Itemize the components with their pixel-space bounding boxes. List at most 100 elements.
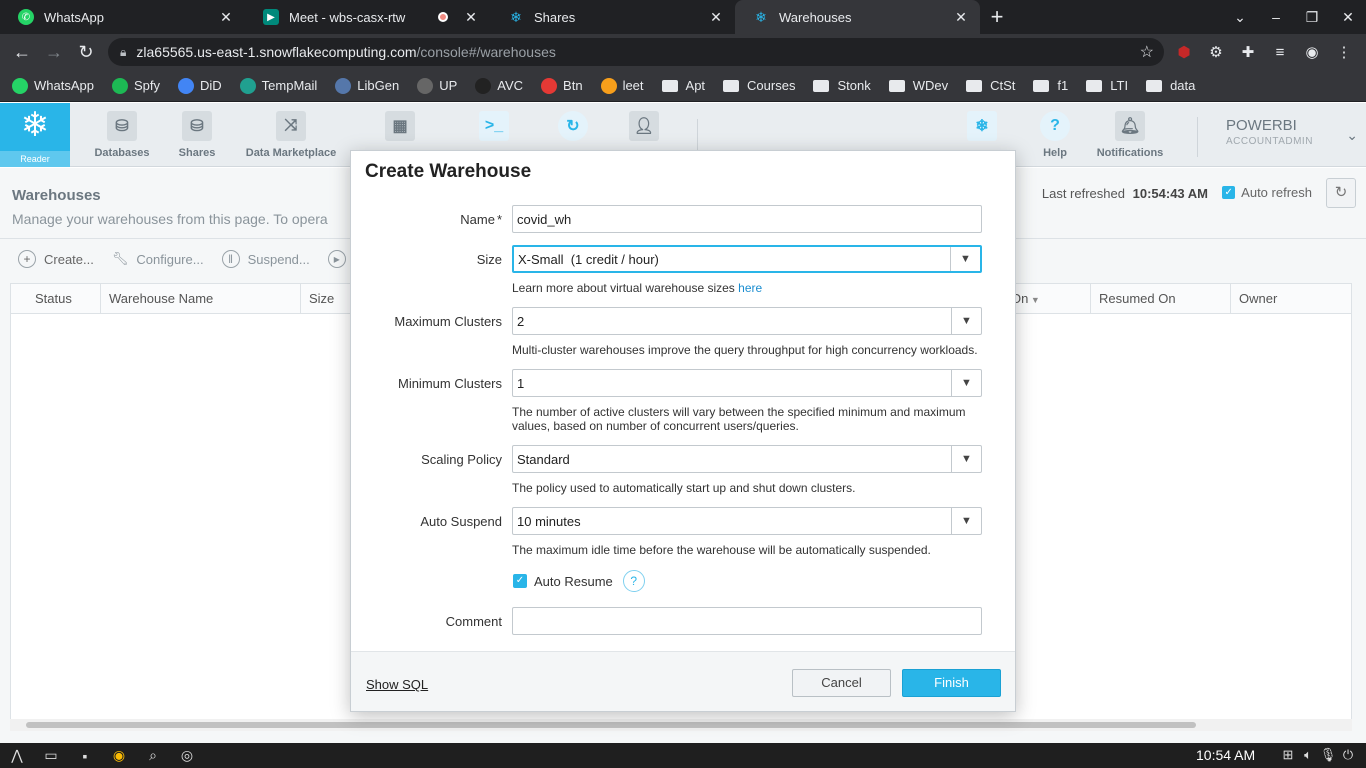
files-icon[interactable]: ▭ (34, 747, 68, 764)
column-header-resumed-on[interactable]: Resumed On (1091, 284, 1231, 314)
profile-menu-icon[interactable]: ⌄ (1222, 9, 1258, 26)
show-sql-link[interactable]: Show SQL (366, 677, 428, 692)
checkbox-checked-icon[interactable]: ✓ (1222, 186, 1236, 199)
bookmark-courses[interactable]: Courses (723, 78, 795, 93)
screenshot-icon[interactable]: ⌕ (136, 747, 170, 764)
back-icon[interactable]: ← (6, 42, 38, 63)
bookmark-btn[interactable]: Btn (541, 77, 583, 94)
profile-avatar-icon[interactable]: ◉ (1296, 43, 1328, 61)
column-header-warehouse-name[interactable]: Warehouse Name (101, 284, 301, 314)
bookmark-label: WhatsApp (34, 78, 94, 93)
auto-resume-label[interactable]: Auto Resume (534, 574, 613, 589)
volume-icon[interactable]: 🔈︎ (1298, 747, 1318, 763)
url-bar[interactable]: 🔒︎ zla65565.us-east-1.snowflakecomputing… (108, 38, 1164, 66)
column-header-status[interactable]: Status (11, 284, 101, 314)
close-tab-icon[interactable]: ✕ (952, 9, 970, 26)
browser-menu-icon[interactable]: ⋮ (1328, 43, 1360, 61)
app-launcher-icon[interactable]: ⋀ (0, 747, 34, 764)
auto-refresh-toggle[interactable]: ✓ Auto refresh (1222, 185, 1312, 200)
close-tab-icon[interactable]: ✕ (707, 9, 725, 26)
bookmark-stonk[interactable]: Stonk (813, 78, 871, 93)
scrollbar-thumb[interactable] (26, 722, 1196, 728)
cancel-button[interactable]: Cancel (792, 669, 891, 697)
terminal-icon[interactable]: ▪ (68, 748, 102, 764)
minimize-icon[interactable]: – (1258, 9, 1294, 25)
chevron-down-icon[interactable]: ▼ (951, 308, 981, 334)
bookmark-spfy[interactable]: Spfy (111, 77, 160, 94)
max-clusters-select[interactable]: 2 ▼ (512, 307, 982, 335)
tab-warehouses[interactable]: ❄ Warehouses ✕ (735, 0, 980, 34)
comment-field[interactable] (512, 607, 982, 635)
auto-resume-checkbox[interactable]: ✓ (513, 574, 527, 588)
close-tab-icon[interactable]: ✕ (462, 9, 480, 26)
auto-suspend-select[interactable]: 10 minutes ▼ (512, 507, 982, 535)
bookmark-lti[interactable]: LTI (1086, 78, 1128, 93)
taskbar-clock[interactable]: 10:54 AM (1196, 747, 1255, 763)
bookmark-leet[interactable]: leet (600, 77, 644, 94)
bookmark-avc[interactable]: AVC (475, 77, 523, 94)
bookmark-tempmail[interactable]: TempMail (239, 77, 317, 94)
min-clusters-select[interactable]: 1 ▼ (512, 369, 982, 397)
new-tab-button[interactable]: + (980, 0, 1014, 34)
help-question-icon[interactable]: ? (622, 570, 645, 592)
bookmark-label: DiD (200, 78, 222, 93)
tab-whatsapp[interactable]: ✆ WhatsApp ✕ (0, 0, 245, 34)
chevron-down-icon[interactable]: ▼ (950, 247, 980, 271)
create-button[interactable]: + Create... (18, 250, 94, 268)
nav-shares[interactable]: ⛁ Shares (172, 103, 222, 167)
disk-icon[interactable]: ◎ (170, 747, 204, 764)
name-field[interactable] (512, 205, 982, 233)
mic-icon[interactable]: 🎙︎ (1318, 747, 1338, 763)
chevron-down-icon[interactable]: ⌄ (1346, 127, 1358, 144)
scaling-policy-select[interactable]: Standard ▼ (512, 445, 982, 473)
ublock-icon[interactable]: ⬢ (1168, 43, 1200, 61)
bookmark-up[interactable]: UP (417, 77, 457, 94)
configure-button[interactable]: 🔧︎ Configure... (112, 251, 204, 267)
refresh-button[interactable]: ↻ (1326, 178, 1356, 208)
bookmark-data[interactable]: data (1146, 78, 1195, 93)
reading-list-icon[interactable]: ≡ (1264, 44, 1296, 61)
account-role: ACCOUNTADMIN (1226, 136, 1313, 147)
chevron-down-icon[interactable]: ▼ (951, 508, 981, 534)
bookmark-whatsapp[interactable]: WhatsApp (12, 77, 94, 94)
chevron-down-icon[interactable]: ▼ (951, 446, 981, 472)
close-tab-icon[interactable]: ✕ (217, 9, 235, 26)
snowflake-logo[interactable]: ❄ Reader (0, 103, 70, 167)
nav-notifications[interactable]: 🔔︎ Notifications (1094, 103, 1166, 167)
bookmark-ctst[interactable]: CtSt (966, 78, 1015, 93)
required-marker: * (496, 212, 502, 227)
bookmark-wdev[interactable]: WDev (888, 78, 948, 93)
horizontal-scrollbar[interactable] (10, 719, 1352, 731)
forward-icon[interactable]: → (38, 42, 70, 63)
suspend-label: Suspend... (247, 251, 310, 267)
finish-button[interactable]: Finish (902, 669, 1001, 697)
bookmark-apt[interactable]: Apt (661, 78, 705, 93)
column-header-owner[interactable]: Owner (1231, 284, 1351, 314)
lock-icon[interactable]: 🔒︎ (120, 45, 126, 60)
nav-databases[interactable]: ⛁ Databases (92, 103, 152, 167)
extensions-puzzle-icon[interactable]: ✚ (1232, 43, 1264, 61)
reload-icon[interactable]: ↻ (70, 42, 102, 63)
account-menu[interactable]: POWERBI ACCOUNTADMIN (1197, 117, 1313, 157)
tab-shares[interactable]: ❄ Shares ✕ (490, 0, 735, 34)
nav-data-marketplace[interactable]: ⤨ Data Marketplace (243, 103, 339, 167)
tab-meet[interactable]: ▶ Meet - wbs-casx-rtw ✕ (245, 0, 490, 34)
name-label: Name * (460, 212, 502, 227)
bookmark-did[interactable]: DiD (178, 77, 222, 94)
bookmark-f1[interactable]: f1 (1033, 78, 1068, 93)
size-select[interactable]: X-Small (1 credit / hour) ▼ (512, 245, 982, 273)
nav-help[interactable]: ? Help (1035, 103, 1075, 167)
bookmark-libgen[interactable]: LibGen (335, 77, 399, 94)
chevron-down-icon[interactable]: ▼ (951, 370, 981, 396)
chrome-icon[interactable]: ◉ (102, 747, 136, 764)
bookmark-star-icon[interactable]: ☆ (1140, 42, 1154, 62)
network-icon[interactable]: ⊞ (1278, 747, 1298, 763)
suspend-button[interactable]: ‖ Suspend... (221, 250, 310, 268)
power-icon[interactable]: ⏻ (1338, 747, 1358, 763)
marketplace-icon: ⤨ (276, 111, 306, 141)
sizes-help-link[interactable]: here (738, 281, 762, 295)
warehouse-toolbar: + Create... 🔧︎ Configure... ‖ Suspend...… (18, 250, 372, 268)
maximize-icon[interactable]: ❐ (1294, 9, 1330, 26)
close-window-icon[interactable]: ✕ (1330, 9, 1366, 26)
settings-gear-icon[interactable]: ⚙ (1200, 43, 1232, 61)
